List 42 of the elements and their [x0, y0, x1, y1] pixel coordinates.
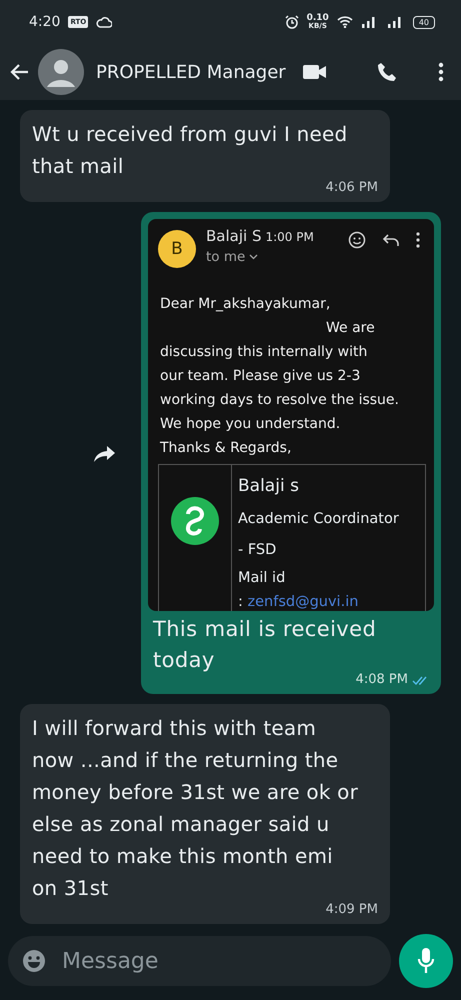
forward-icon: [93, 443, 117, 463]
signature-role: Academic Coordinator: [238, 510, 399, 529]
signature-dept: - FSD: [238, 541, 278, 560]
sender-name: Balaji S 1:00 PM: [206, 227, 315, 245]
email-greeting: Dear Mr_akshayakumar,: [160, 295, 332, 314]
message-time: 4:06 PM: [326, 180, 378, 196]
microphone-button[interactable]: [399, 934, 453, 988]
more-icon: [437, 60, 445, 84]
clock-time: 4:20: [29, 14, 60, 30]
cloud-icon: [96, 16, 112, 28]
microphone-icon: [417, 947, 435, 975]
emoji-icon: [348, 231, 366, 249]
recipient-label[interactable]: to me: [206, 249, 246, 265]
battery-level: 40: [412, 16, 435, 28]
wifi-icon: [336, 16, 353, 28]
email-text: We are: [325, 319, 376, 338]
avatar-icon: [38, 49, 84, 95]
emoji-icon: [22, 949, 46, 973]
contact-name[interactable]: PROPELLED Manager: [96, 62, 295, 82]
email-text: discussing this internally with: [160, 343, 368, 362]
alarm-icon: [284, 15, 299, 29]
message-time: 4:08 PM: [356, 672, 408, 688]
mail-separator: :: [238, 594, 243, 610]
email-link[interactable]: zenfsd@guvi.in: [248, 594, 358, 610]
message-text: Wt u received from guvi I need that mail: [32, 121, 348, 180]
logo-icon: [171, 497, 219, 545]
message-time: 4:09 PM: [326, 902, 378, 918]
phone-icon: [375, 60, 399, 84]
email-text: We hope you understand.: [160, 415, 342, 434]
signature-name: Balaji s: [238, 475, 300, 498]
more-icon: [416, 232, 420, 248]
reply-icon: [382, 233, 400, 247]
chevron-down-icon: [249, 254, 258, 260]
sender-avatar: B: [158, 230, 196, 268]
message-input[interactable]: Message: [60, 948, 264, 974]
message-input-field[interactable]: Message: [8, 936, 391, 986]
message-text: This mail is received today: [153, 616, 378, 673]
email-closing: Thanks & Regards,: [160, 439, 292, 458]
message-text: I will forward this with team now ...and if the returning the money before 31st we are ok or else as zonal manager said u need to make this month emi on 31st: [32, 715, 360, 902]
email-text: working days to resolve the issue.: [160, 391, 400, 410]
email-text: our team. Please give us 2-3: [160, 367, 362, 386]
mail-label: Mail id: [238, 569, 286, 588]
